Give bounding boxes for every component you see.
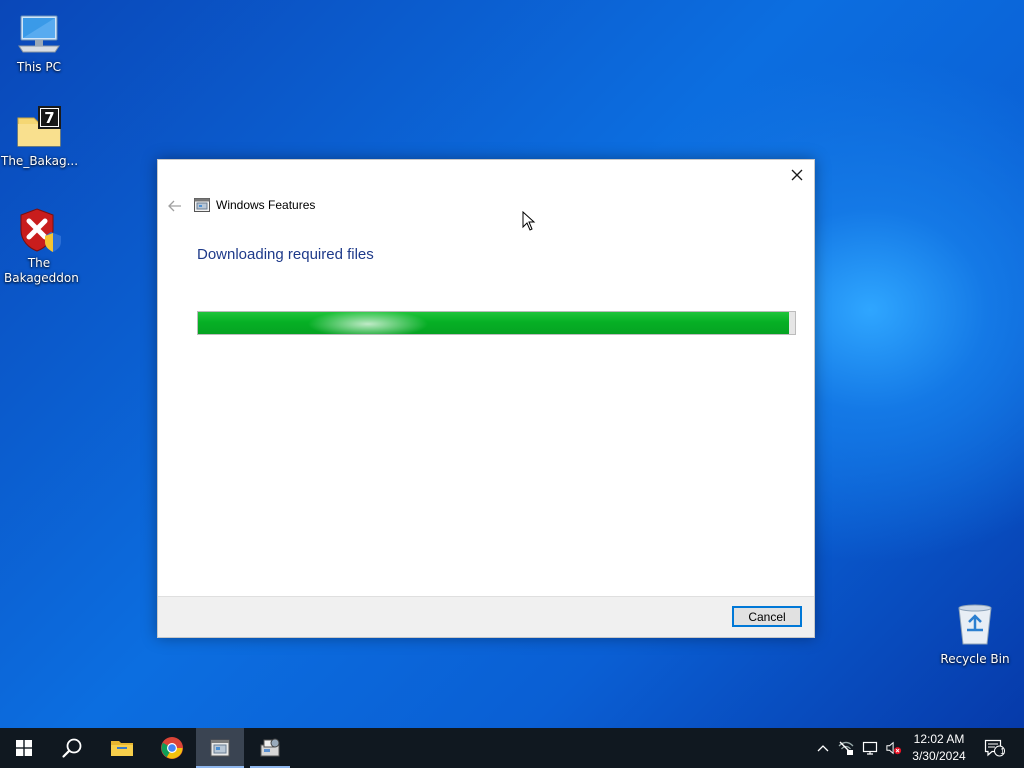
recycle-bin-icon — [953, 602, 997, 646]
progress-fill — [198, 312, 790, 334]
folder-icon — [111, 741, 133, 756]
desktop-icon-this-pc[interactable]: This PC — [1, 10, 77, 75]
close-icon — [791, 169, 803, 181]
back-button[interactable] — [166, 198, 184, 212]
volume-tray-button[interactable] — [886, 740, 902, 756]
network-tray-button[interactable] — [838, 740, 854, 756]
chrome-icon — [161, 737, 183, 759]
svg-text:7: 7 — [44, 109, 54, 127]
setup-icon — [260, 738, 280, 757]
cancel-button[interactable]: Cancel — [732, 606, 802, 627]
desktop-icon-archive[interactable]: 7 The_Bakag... — [1, 104, 79, 169]
desktop-icon-recycle-bin[interactable]: Recycle Bin — [937, 602, 1013, 667]
windows-features-icon — [194, 197, 210, 213]
clock-time: 12:02 AM — [913, 732, 965, 746]
dialog-title: Windows Features — [216, 198, 316, 212]
windows-features-icon — [210, 739, 230, 757]
start-button[interactable] — [0, 728, 48, 768]
desktop-icon-bakageddon[interactable]: The Bakageddon — [1, 206, 79, 286]
desktop-icon-label: The_Bakag... — [1, 154, 79, 168]
chevron-up-icon — [817, 745, 829, 752]
mouse-cursor-icon — [522, 210, 536, 231]
computer-icon — [15, 10, 63, 58]
dialog-heading: Downloading required files — [197, 246, 374, 263]
progress-shine — [308, 312, 428, 334]
search-icon — [62, 738, 82, 758]
display-icon — [862, 741, 878, 755]
tray-clock[interactable]: 12:02 AM 3/30/2024 — [906, 731, 972, 765]
network-off-icon — [838, 741, 854, 755]
archive-icon: 7 — [15, 104, 63, 152]
windows-features-dialog: Windows Features Downloading required fi… — [157, 159, 815, 638]
display-tray-button[interactable] — [862, 740, 878, 756]
shield-error-icon — [15, 206, 63, 254]
notification-count: 1 — [1000, 747, 1005, 756]
close-button[interactable] — [780, 160, 814, 190]
windows-features-taskbar-button[interactable] — [196, 728, 244, 768]
file-explorer-button[interactable] — [98, 728, 146, 768]
show-hidden-icons-button[interactable] — [815, 740, 831, 756]
chrome-button[interactable] — [148, 728, 196, 768]
download-progress-bar — [197, 311, 796, 335]
windows-logo-icon — [16, 740, 32, 756]
back-arrow-icon — [168, 200, 181, 212]
action-center-button[interactable]: 1 — [984, 739, 1006, 757]
clock-date: 3/30/2024 — [912, 749, 966, 763]
search-button[interactable] — [48, 728, 96, 768]
desktop-icon-label: The Bakageddon — [4, 256, 79, 285]
volume-muted-icon — [886, 741, 902, 755]
dialog-footer: Cancel — [158, 596, 814, 637]
desktop-icon-label: Recycle Bin — [940, 652, 1010, 666]
desktop-icon-label: This PC — [17, 60, 61, 74]
taskbar: 12:02 AM 3/30/2024 1 — [0, 728, 1024, 768]
setup-taskbar-button[interactable] — [246, 728, 294, 768]
